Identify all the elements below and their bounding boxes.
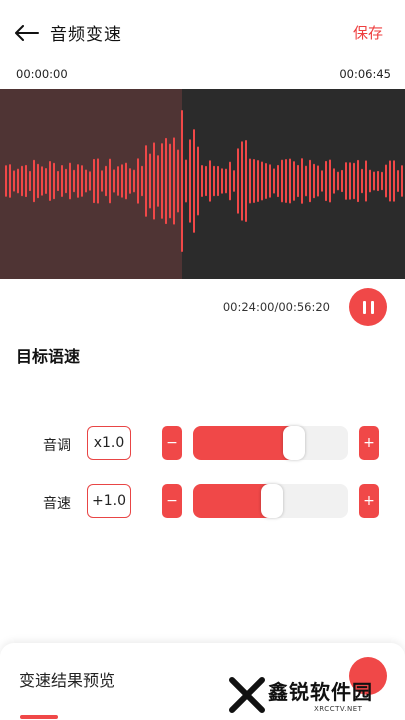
speed-slider[interactable] — [193, 484, 348, 518]
watermark-text: 鑫锐软件园 — [268, 680, 373, 704]
timeline-start-time: 00:00:00 — [16, 67, 68, 81]
pitch-value: x1.0 — [87, 426, 131, 460]
pitch-control-row: 音调 x1.0 − + — [0, 426, 405, 462]
waveform-area[interactable] — [0, 89, 405, 279]
watermark: 鑫锐软件园 XRCCTV.NET — [228, 672, 398, 718]
watermark-logo-icon — [229, 677, 265, 713]
pause-button[interactable] — [349, 288, 387, 326]
speed-control-row: 音速 +1.0 − + — [0, 484, 405, 520]
pitch-slider-thumb[interactable] — [283, 426, 305, 460]
pitch-increase-button[interactable]: + — [359, 426, 379, 460]
pause-icon — [360, 300, 376, 314]
preview-progress-indicator — [20, 715, 58, 719]
top-bar: 音频变速 保存 — [0, 0, 405, 64]
watermark-subtext: XRCCTV.NET — [314, 705, 363, 713]
speed-label: 音速 — [43, 496, 71, 512]
back-button[interactable] — [12, 18, 42, 48]
preview-title: 变速结果预览 — [19, 671, 116, 690]
save-button[interactable]: 保存 — [353, 22, 383, 43]
target-speed-heading: 目标语速 — [16, 347, 81, 366]
speed-value: +1.0 — [87, 484, 131, 518]
pitch-decrease-button[interactable]: − — [162, 426, 182, 460]
pitch-label: 音调 — [43, 438, 71, 454]
pitch-slider[interactable] — [193, 426, 348, 460]
waveform — [5, 110, 403, 252]
playback-time: 00:24:00/00:56:20 — [222, 300, 330, 314]
speed-decrease-button[interactable]: − — [162, 484, 182, 518]
pitch-slider-fill — [193, 426, 294, 460]
page-title: 音频变速 — [50, 25, 122, 45]
speed-increase-button[interactable]: + — [359, 484, 379, 518]
speed-slider-thumb[interactable] — [261, 484, 283, 518]
arrow-left-icon — [15, 25, 39, 41]
timeline-end-time: 00:06:45 — [339, 67, 391, 81]
